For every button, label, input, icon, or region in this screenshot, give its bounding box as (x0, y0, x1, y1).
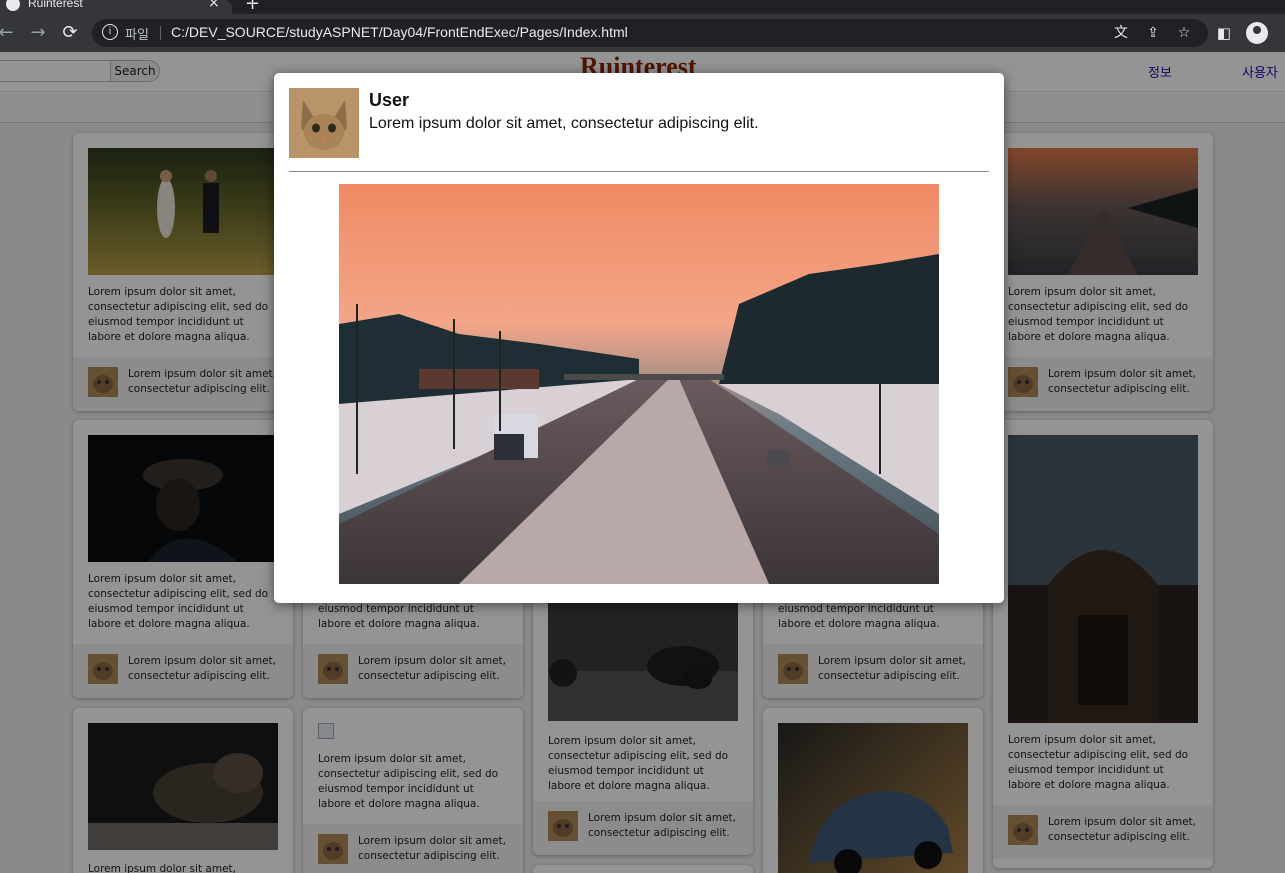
modal-photo[interactable] (339, 184, 939, 584)
address-bar[interactable]: i 파일 C:/DEV_SOURCE/studyASPNET/Day04/Fro… (92, 19, 1208, 47)
close-tab-icon[interactable]: × (208, 0, 220, 11)
cat-avatar-icon (289, 88, 359, 158)
bookmark-star-icon[interactable]: ☆ (1175, 24, 1193, 42)
url-text[interactable]: C:/DEV_SOURCE/studyASPNET/Day04/FrontEnd… (171, 24, 628, 40)
browser-toolbar: ← → ⟳ i 파일 C:/DEV_SOURCE/studyASPNET/Day… (0, 14, 1285, 52)
info-icon[interactable]: i (102, 24, 118, 40)
tab-strip: Ruinterest × + (0, 0, 1285, 14)
forward-icon[interactable]: → (26, 21, 50, 45)
new-tab-icon[interactable]: + (245, 0, 260, 14)
translate-icon[interactable]: 文 (1112, 24, 1130, 42)
address-separator (160, 26, 161, 40)
profile-avatar-icon[interactable] (1246, 22, 1268, 44)
side-panel-icon[interactable]: ◧ (1214, 23, 1234, 43)
back-icon[interactable]: ← (0, 21, 18, 45)
share-icon[interactable]: ⇪ (1144, 24, 1162, 42)
pin-detail-modal: User Lorem ipsum dolor sit amet, consect… (274, 73, 1004, 603)
modal-user-name: User (369, 90, 410, 110)
browser-tab[interactable]: Ruinterest × (0, 0, 232, 14)
url-scheme-label: 파일 (125, 27, 149, 42)
reload-icon[interactable]: ⟳ (58, 21, 82, 45)
favicon-icon (6, 0, 20, 11)
modal-description: Lorem ipsum dolor sit amet, consectetur … (369, 115, 759, 132)
modal-divider (289, 171, 989, 172)
tab-title: Ruinterest (28, 0, 83, 10)
